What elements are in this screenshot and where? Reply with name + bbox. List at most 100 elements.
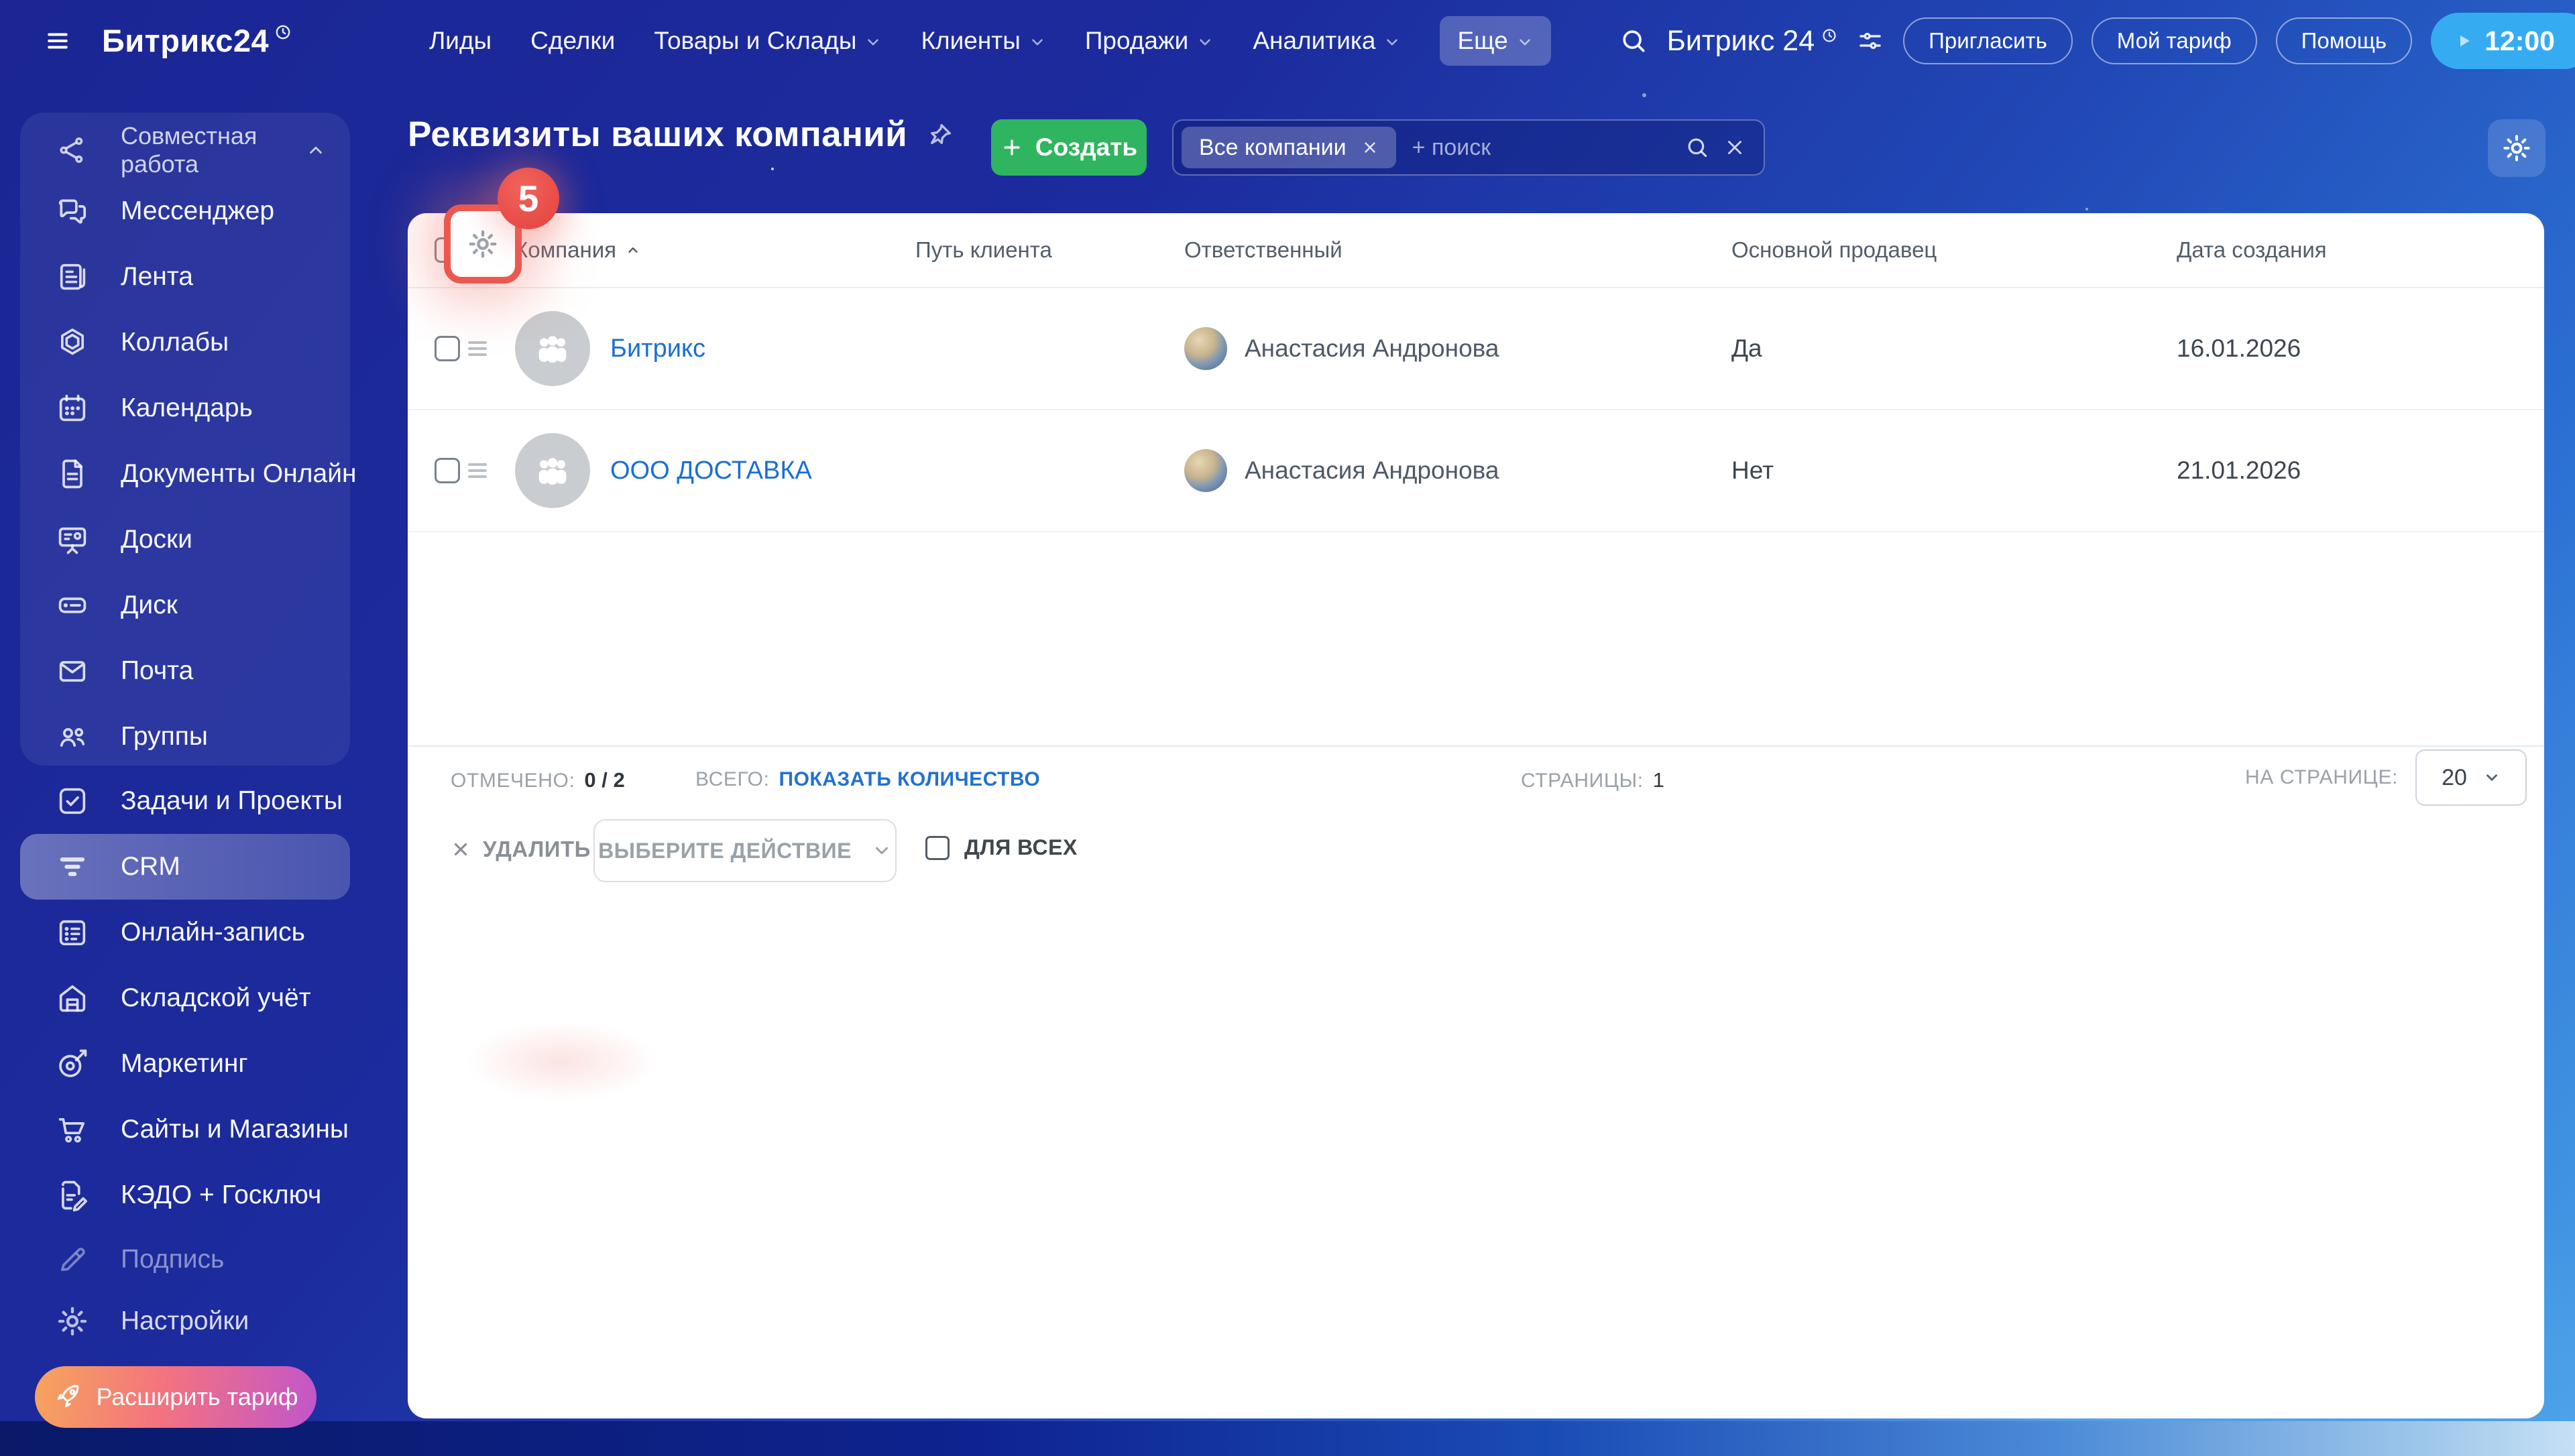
chevron-down-icon bbox=[868, 39, 879, 46]
sidebar-item-online-booking[interactable]: Онлайн-запись bbox=[20, 900, 350, 965]
nav-label: Лиды bbox=[429, 27, 492, 54]
sidebar-item-signature[interactable]: Подпись bbox=[20, 1227, 350, 1292]
sidebar-item-tasks[interactable]: Задачи и Проекты bbox=[20, 768, 350, 834]
company-link[interactable]: Битрикс bbox=[610, 335, 705, 363]
sidebar-item-label: Коллабы bbox=[121, 328, 229, 357]
portal-name[interactable]: Битрикс 24 bbox=[1667, 25, 1837, 58]
nav-item-sales[interactable]: Продажи bbox=[1085, 27, 1214, 55]
timer-button[interactable]: 12:00 bbox=[2431, 13, 2575, 69]
portal-name-text: Битрикс 24 bbox=[1666, 24, 1815, 57]
sidebar-item-label: Складской учёт bbox=[121, 983, 311, 1012]
avatar[interactable] bbox=[1184, 327, 1227, 370]
per-page-select[interactable]: 20 bbox=[2415, 749, 2527, 806]
avatar[interactable] bbox=[1184, 449, 1227, 492]
show-count-link[interactable]: ПОКАЗАТЬ КОЛИЧЕСТВО bbox=[779, 768, 1041, 791]
company-avatar[interactable] bbox=[515, 311, 590, 386]
choose-action-dropdown[interactable]: ВЫБЕРИТЕ ДЕЙСТВИЕ bbox=[593, 819, 897, 882]
company-avatar[interactable] bbox=[515, 433, 590, 508]
drag-handle-icon[interactable] bbox=[465, 461, 490, 481]
chevron-up-icon[interactable] bbox=[306, 140, 326, 160]
sidebar-item-warehouse[interactable]: Складской учёт bbox=[20, 965, 350, 1031]
sidebar-item-feed[interactable]: Лента bbox=[20, 244, 350, 310]
nav-item-analytics[interactable]: Аналитика bbox=[1253, 27, 1401, 55]
pin-icon[interactable] bbox=[926, 121, 954, 149]
sidebar-item-settings[interactable]: Настройки bbox=[20, 1288, 350, 1354]
column-header-client-path[interactable]: Путь клиента bbox=[915, 237, 1184, 263]
sidebar-item-sites-stores[interactable]: Сайты и Магазины bbox=[20, 1097, 350, 1162]
nav-item-clients[interactable]: Клиенты bbox=[921, 27, 1045, 55]
hamburger-menu-icon[interactable] bbox=[42, 28, 74, 54]
upgrade-plan-button[interactable]: Расширить тариф bbox=[35, 1366, 317, 1428]
table-footer: ОТМЕЧЕНО: 0 / 2 ВСЕГО: ПОКАЗАТЬ КОЛИЧЕСТ… bbox=[408, 745, 2544, 810]
responsible-name[interactable]: Анастасия Андронова bbox=[1245, 457, 1499, 485]
plus-icon bbox=[1004, 139, 1020, 156]
top-bar: Битрикс24 Лиды Сделки Товары и Склады Кл… bbox=[0, 0, 2575, 82]
sidebar-item-label: Группы bbox=[121, 722, 208, 751]
row-checkbox[interactable] bbox=[435, 458, 460, 483]
clear-search-icon[interactable] bbox=[1723, 136, 1746, 159]
table-row-ooo-dostavka[interactable]: ООО ДОСТАВКА Анастасия Андронова Нет 21.… bbox=[408, 410, 2544, 532]
filter-search-bar[interactable]: Все компании + поиск bbox=[1172, 119, 1765, 176]
invite-button[interactable]: Пригласить bbox=[1903, 17, 2073, 64]
bitrix24-logo[interactable]: Битрикс24 bbox=[102, 22, 292, 59]
sidebar-item-mail[interactable]: Почта bbox=[20, 638, 350, 704]
create-button[interactable]: Создать bbox=[991, 119, 1147, 176]
sidebar-item-messenger[interactable]: Мессенджер bbox=[20, 178, 350, 244]
sidebar-item-groups[interactable]: Группы bbox=[20, 704, 350, 770]
nav-label: Еще bbox=[1457, 27, 1508, 54]
filter-chip-all-companies[interactable]: Все компании bbox=[1182, 127, 1396, 168]
company-link[interactable]: ООО ДОСТАВКА bbox=[610, 457, 812, 485]
messenger-icon bbox=[58, 199, 87, 224]
for-all-toggle[interactable]: ДЛЯ ВСЕХ bbox=[925, 835, 1078, 860]
nav-item-leads[interactable]: Лиды bbox=[429, 27, 492, 55]
sidebar-item-marketing[interactable]: Маркетинг bbox=[20, 1031, 350, 1097]
nav-item-deals[interactable]: Сделки bbox=[530, 27, 615, 55]
sidebar-item-collabs[interactable]: Коллабы bbox=[20, 310, 350, 375]
sidebar: Совместная работа Мессенджер Лента Колла… bbox=[0, 82, 376, 1456]
search-icon[interactable] bbox=[1619, 26, 1648, 56]
for-all-checkbox[interactable] bbox=[925, 835, 950, 860]
sidebar-item-boards[interactable]: Доски bbox=[20, 507, 350, 572]
sliders-icon[interactable] bbox=[1856, 27, 1884, 55]
sidebar-item-kedo[interactable]: КЭДО + Госключ bbox=[20, 1162, 350, 1228]
delete-label: УДАЛИТЬ bbox=[483, 837, 591, 861]
per-page-control: НА СТРАНИЦЕ: 20 bbox=[2245, 749, 2527, 806]
delete-button[interactable]: УДАЛИТЬ bbox=[451, 837, 591, 862]
grid-settings-button[interactable] bbox=[2488, 119, 2545, 177]
document-pen-icon bbox=[62, 1180, 87, 1212]
sidebar-item-label: Настройки bbox=[121, 1307, 249, 1335]
table-row-bitriks[interactable]: Битрикс Анастасия Андронова Да 16.01.202… bbox=[408, 288, 2544, 410]
marketing-target-icon bbox=[59, 1049, 87, 1077]
pages-value: 1 bbox=[1652, 768, 1664, 792]
column-header-responsible[interactable]: Ответственный bbox=[1184, 237, 1731, 263]
help-button[interactable]: Помощь bbox=[2275, 17, 2413, 64]
responsible-name[interactable]: Анастасия Андронова bbox=[1245, 335, 1499, 363]
sidebar-item-docs-online[interactable]: Документы Онлайн bbox=[20, 441, 357, 507]
sidebar-item-label: Лента bbox=[121, 262, 193, 291]
nav-label: Аналитика bbox=[1253, 27, 1376, 54]
chevron-down-icon bbox=[1032, 39, 1043, 46]
checked-label: ОТМЕЧЕНО: bbox=[451, 770, 575, 792]
sidebar-group-collaboration[interactable]: Совместная работа bbox=[20, 122, 350, 178]
nav-item-products[interactable]: Товары и Склады bbox=[654, 27, 882, 55]
nav-item-more[interactable]: Еще bbox=[1440, 16, 1551, 66]
sidebar-item-disk[interactable]: Диск bbox=[20, 572, 350, 638]
sidebar-item-label: Подпись bbox=[121, 1245, 225, 1274]
timer-value: 12:00 bbox=[2484, 25, 2555, 56]
column-header-main-seller[interactable]: Основной продавец bbox=[1731, 237, 2177, 263]
nav-label: Товары и Склады bbox=[654, 27, 857, 54]
sidebar-item-crm[interactable]: CRM bbox=[20, 834, 350, 900]
row-checkbox[interactable] bbox=[435, 336, 460, 361]
pen-icon bbox=[60, 1248, 85, 1272]
groups-icon bbox=[60, 728, 85, 747]
my-plan-button[interactable]: Мой тариф bbox=[2091, 17, 2257, 64]
drag-handle-icon[interactable] bbox=[465, 339, 490, 359]
drive-icon bbox=[58, 597, 87, 613]
chevron-down-icon bbox=[1200, 39, 1211, 46]
remove-filter-icon[interactable] bbox=[1361, 139, 1379, 156]
for-all-label: ДЛЯ ВСЕХ bbox=[964, 835, 1078, 859]
search-icon[interactable] bbox=[1684, 135, 1710, 160]
column-header-company[interactable]: Компания bbox=[515, 237, 915, 263]
column-header-created[interactable]: Дата создания bbox=[2177, 237, 2517, 263]
sidebar-item-calendar[interactable]: Календарь bbox=[20, 375, 350, 441]
